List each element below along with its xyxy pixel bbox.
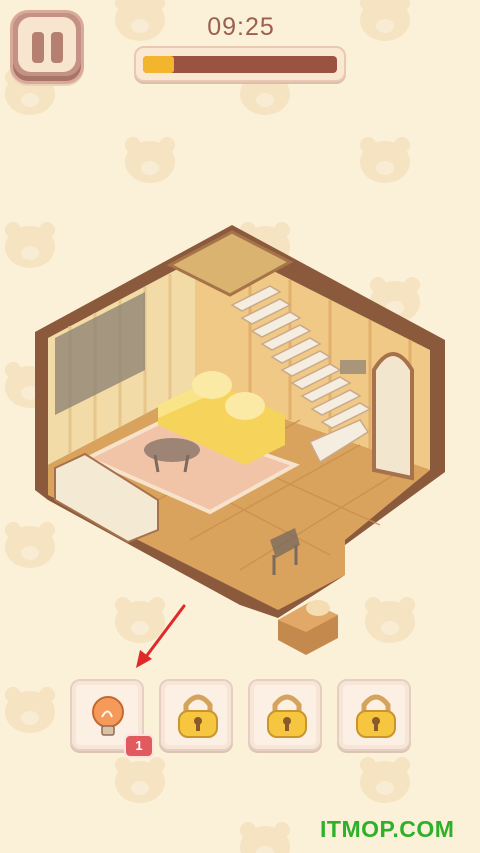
padlock-icon: [356, 694, 396, 738]
locked-tool-slot-2[interactable]: [248, 679, 322, 751]
time-progress-fill: [143, 56, 175, 73]
time-progress-bar: [134, 46, 346, 82]
hint-lightbulb-slot[interactable]: 1: [70, 679, 154, 758]
pause-button[interactable]: [10, 10, 84, 84]
site-watermark: ITMOP.COM: [320, 816, 455, 842]
padlock-icon: [267, 694, 307, 738]
isometric-room-scene: [35, 225, 445, 655]
hint-count-badge: 1: [124, 734, 154, 758]
pause-icon: [18, 17, 76, 72]
locked-tool-slot-1[interactable]: [159, 679, 233, 751]
hint-arrow-icon: [136, 604, 186, 668]
locked-tool-slot-3[interactable]: [337, 679, 411, 751]
padlock-icon: [178, 694, 218, 738]
countdown-timer: 09:25: [207, 13, 275, 41]
